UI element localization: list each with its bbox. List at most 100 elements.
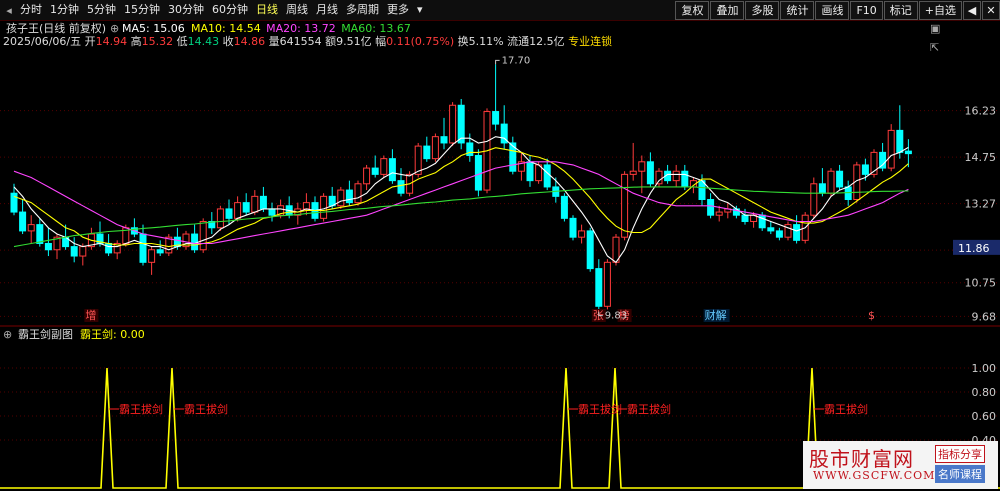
period-tab[interactable]: 30分钟 [164, 0, 208, 20]
candle-body [586, 230, 594, 270]
candle-body [139, 233, 147, 263]
candle-body [595, 268, 603, 307]
candle-body [10, 192, 18, 213]
period-tab[interactable]: 1分钟 [46, 0, 83, 20]
low-marker-label: 9.83 [605, 311, 627, 322]
ma-line-ma60 [13, 186, 909, 248]
period-tab[interactable]: 日线 [252, 0, 282, 20]
logo-tag-indicators: 指标分享 [935, 445, 985, 463]
event-label[interactable]: 财解 [705, 308, 727, 322]
period-tab[interactable]: 分时 [16, 0, 46, 20]
candle-body [896, 129, 904, 153]
chart-tools: 复权 叠加 多股 统计 画线 F10 标记 +自选 ◀ ✕ [674, 1, 1000, 20]
candle-body [741, 214, 749, 222]
period-tab[interactable]: 周线 [282, 0, 312, 20]
indicator-settings-icon[interactable]: ⊕ [3, 328, 12, 341]
candle-body [775, 230, 783, 238]
window-icon[interactable]: ▣ [930, 22, 940, 35]
watermark-logo: 股市财富网 WWW.GSCFW.COM 指标分享 名师课程 [803, 441, 998, 489]
high-marker-leader [495, 59, 500, 65]
candle-body [105, 242, 113, 254]
candle-body [27, 224, 35, 232]
event-label[interactable]: 增 [85, 308, 96, 322]
logo-tag-courses: 名师课程 [935, 465, 985, 483]
candle-body [621, 173, 629, 238]
candle-body [560, 195, 568, 219]
candle-body [655, 170, 663, 185]
current-price-label: 11.86 [958, 242, 990, 255]
candle-body [388, 158, 396, 182]
candle-body [431, 136, 439, 160]
candle-body [397, 180, 405, 194]
close-icon[interactable]: ✕ [982, 1, 1000, 20]
candle-body [371, 167, 379, 175]
candle-body [707, 198, 715, 216]
tool-button[interactable]: 复权 [675, 1, 710, 20]
candle-body [672, 170, 680, 182]
event-labels: 增张榜财解 $ [84, 308, 875, 322]
candle-body [19, 211, 27, 232]
signal-label: 霸王拔剑 [578, 402, 622, 416]
chart-grid [0, 110, 1000, 317]
period-tab[interactable]: 多周期 [342, 0, 383, 20]
quote-line: 2025/06/06/五 开14.94 高15.32 低14.43 收14.86… [3, 34, 612, 48]
indicator-tick-label: 0.60 [972, 410, 997, 423]
period-tab[interactable]: 更多 [383, 0, 413, 20]
expand-icon[interactable]: ⇱ [930, 41, 939, 54]
tool-button[interactable]: 画线 [815, 1, 850, 20]
candle-body [543, 164, 551, 188]
tool-button[interactable]: 统计 [780, 1, 815, 20]
event-label[interactable]: $ [868, 309, 875, 322]
period-tab[interactable]: 5分钟 [83, 0, 120, 20]
logo-url: WWW.GSCFW.COM [813, 469, 936, 482]
ma-line-ma10 [13, 147, 909, 248]
candle-body [251, 195, 259, 213]
ma-settings-icon[interactable]: ⊕ [110, 22, 119, 35]
tool-button[interactable]: 多股 [745, 1, 780, 20]
candle-body [345, 189, 353, 204]
tool-button[interactable]: 叠加 [710, 1, 745, 20]
kline-chart-area[interactable]: 孩子王(日线 前复权) ⊕ MA5: 15.06 MA10: 14.54 MA20:… [0, 20, 1000, 491]
candle-body [629, 170, 637, 175]
candle-body [354, 183, 362, 204]
signal-label: 霸王拔剑 [824, 402, 868, 416]
candle-body [234, 202, 242, 219]
signal-label: 霸王拔剑 [119, 402, 163, 416]
candle-body [70, 246, 78, 257]
candle-body [578, 230, 586, 238]
candle-body [767, 227, 775, 232]
moving-average-lines [13, 136, 909, 264]
collapse-icon[interactable]: ◀ [963, 1, 981, 20]
stock-title: 孩子王(日线 前复权) [6, 21, 106, 35]
period-tab[interactable]: 15分钟 [120, 0, 164, 20]
candle-body [79, 246, 87, 257]
candle-body [156, 249, 164, 254]
candle-body [449, 104, 457, 144]
tool-button[interactable]: +自选 [918, 1, 962, 20]
candle-body [681, 170, 689, 188]
chevron-left-icon[interactable]: ◂ [2, 4, 16, 17]
price-tick-label: 10.75 [965, 277, 997, 290]
candle-body [474, 155, 482, 191]
candle-body [827, 170, 835, 194]
candle-body [191, 233, 199, 251]
candle-body [199, 220, 207, 251]
candle-body [492, 111, 500, 125]
price-axis: 16.2314.7513.2711.7910.759.6811.86 [953, 105, 1000, 323]
candle-body [904, 150, 912, 155]
period-tabs: ◂ 分时 1分钟 5分钟 15分钟 30分钟 60分钟 日线 周线 月线 多周期 更多 ▾ [2, 0, 427, 20]
ma-values: MA5: 15.06 MA10: 14.54 MA20: 13.72 MA60: 13… [122, 22, 411, 35]
period-tab[interactable]: 月线 [312, 0, 342, 20]
ma-value: MA60: 13.67 [341, 22, 411, 35]
tool-button[interactable]: F10 [850, 1, 883, 20]
candle-body [526, 161, 534, 182]
candle-body [457, 104, 465, 144]
candle-body [225, 208, 233, 219]
candle-body [879, 151, 887, 169]
tool-button[interactable]: 标记 [883, 1, 918, 20]
quote-text: 2025/06/06/五 开14.94 高15.32 低14.43 收14.86… [3, 34, 612, 48]
period-tab[interactable]: 60分钟 [208, 0, 252, 20]
chevron-down-icon[interactable]: ▾ [413, 0, 427, 20]
candle-body [44, 242, 52, 251]
candle-body [569, 217, 577, 238]
